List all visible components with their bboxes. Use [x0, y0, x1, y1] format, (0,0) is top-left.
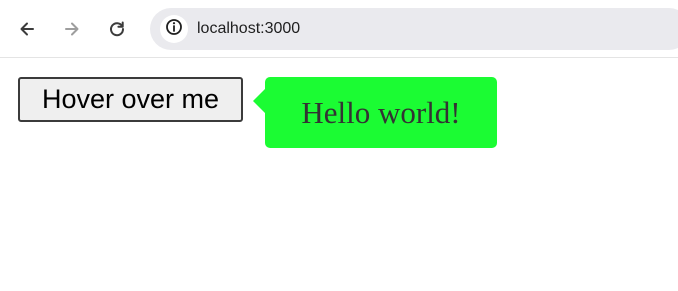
hover-over-me-button[interactable]: Hover over me: [18, 77, 243, 122]
back-arrow-icon: [17, 19, 37, 39]
tooltip: Hello world!: [253, 77, 497, 148]
back-button[interactable]: [13, 15, 41, 43]
address-bar[interactable]: localhost:3000: [150, 8, 678, 50]
reload-button[interactable]: [103, 15, 131, 43]
forward-arrow-icon: [62, 19, 82, 39]
url-text[interactable]: localhost:3000: [197, 19, 300, 39]
info-icon: [165, 18, 183, 41]
tooltip-text: Hello world!: [301, 95, 461, 130]
reload-icon: [107, 19, 127, 39]
site-info-button[interactable]: [160, 15, 188, 43]
tooltip-arrow: [253, 89, 265, 113]
forward-button[interactable]: [58, 15, 86, 43]
browser-toolbar: localhost:3000: [0, 0, 678, 58]
page-content: Hover over me Hello world!: [0, 59, 678, 291]
